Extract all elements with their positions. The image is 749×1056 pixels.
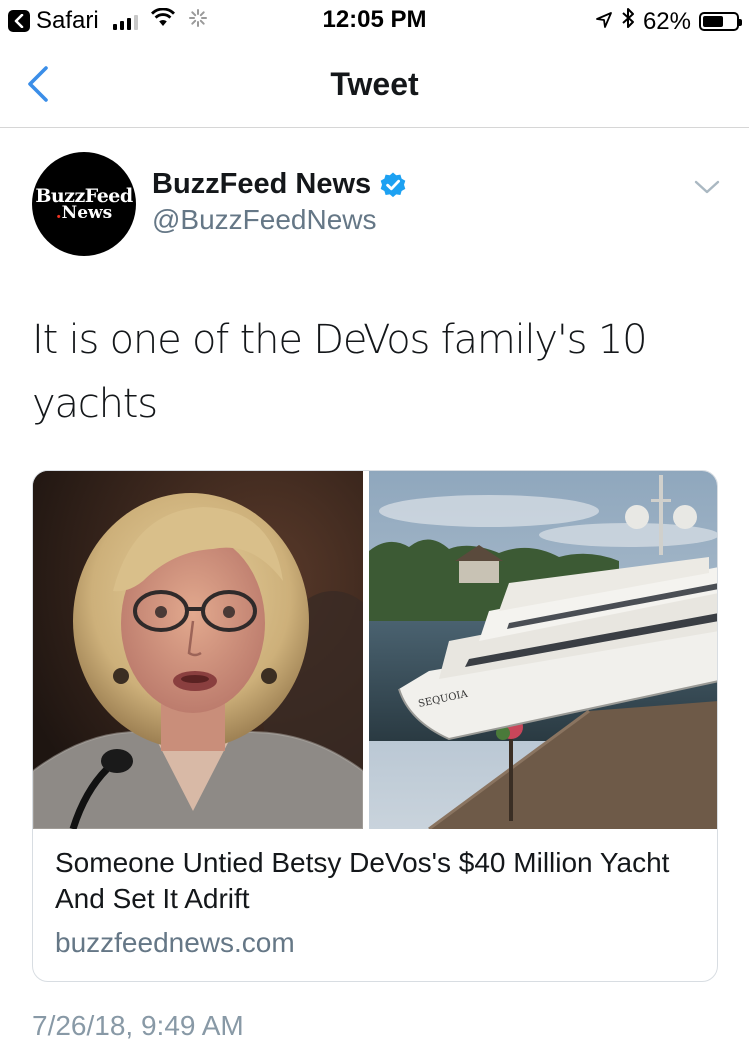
display-name-text[interactable]: BuzzFeed News xyxy=(152,168,371,201)
card-photo-speaker xyxy=(33,471,363,829)
location-arrow-icon xyxy=(595,8,613,36)
link-card[interactable]: SEQUOIA Someone Untied Betsy DeVos's $40… xyxy=(32,470,718,982)
tweet-text: It is one of the DeVos family's 10 yacht… xyxy=(32,317,648,427)
tweet-options-button[interactable] xyxy=(692,176,722,198)
author-handle[interactable]: @BuzzFeedNews xyxy=(152,204,377,236)
bluetooth-icon xyxy=(621,7,635,36)
tweet-timestamp: 7/26/18, 9:49 AM xyxy=(32,1010,244,1041)
page-title: Tweet xyxy=(330,66,419,102)
card-photo-yacht: SEQUOIA xyxy=(369,471,717,829)
author-display-name[interactable]: BuzzFeed News xyxy=(152,168,407,201)
nav-bar: Tweet xyxy=(0,40,749,128)
card-title[interactable]: Someone Untied Betsy DeVos's $40 Million… xyxy=(55,845,695,917)
avatar[interactable]: BuzzFeed .News xyxy=(32,152,136,256)
battery-percent: 62% xyxy=(642,7,691,35)
avatar-logo-line2: .News xyxy=(55,203,113,223)
chevron-down-icon[interactable] xyxy=(692,176,722,198)
status-bar-right: 62% xyxy=(595,7,742,36)
card-image[interactable]: SEQUOIA xyxy=(33,471,717,829)
card-domain: buzzfeednews.com xyxy=(55,927,295,958)
status-bar: Safari 12:05 PM 62% xyxy=(0,0,749,40)
battery-icon xyxy=(699,12,742,31)
verified-badge-icon xyxy=(380,172,406,197)
